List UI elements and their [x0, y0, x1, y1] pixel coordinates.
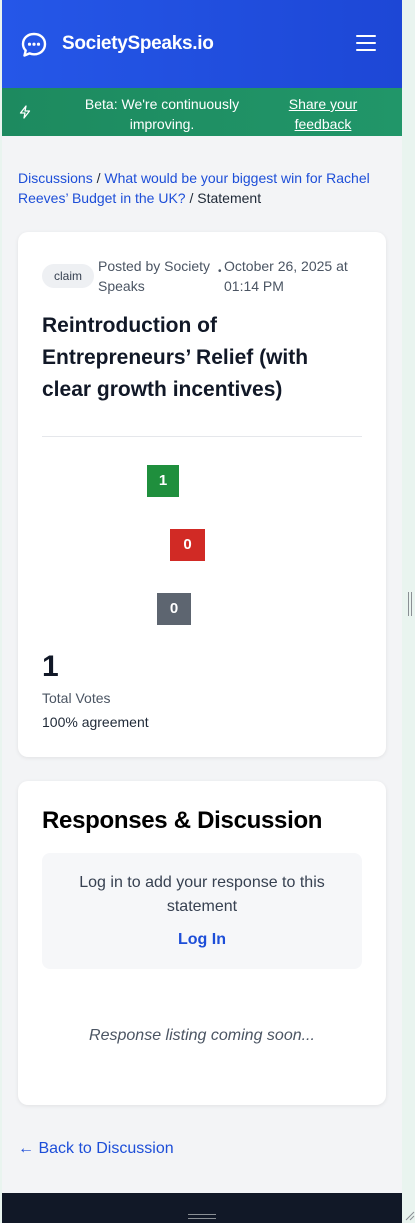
responses-title: Responses & Discussion	[42, 807, 323, 834]
divider	[42, 436, 362, 437]
disagree-vote-count: 0	[170, 529, 205, 561]
agree-vote-count: 1	[147, 465, 179, 497]
total-votes-count: 1	[42, 650, 59, 683]
beta-banner: Beta: We're continuously improving. Shar…	[2, 88, 402, 136]
posted-date: October 26, 2025 at 01:14 PM	[224, 258, 348, 294]
lightning-bolt-icon	[19, 105, 31, 119]
agreement-percentage: 100% agreement	[42, 714, 149, 730]
statement-card: claim Posted by Society Speaks • October…	[18, 232, 386, 757]
resize-handle-icon[interactable]	[408, 592, 413, 616]
brand-name[interactable]: SocietySpeaks.io	[62, 33, 214, 55]
responses-coming-soon: Response listing coming soon...	[89, 1027, 315, 1044]
corner-resize-icon[interactable]	[403, 1209, 415, 1221]
back-to-discussion-link[interactable]: ← Back to Discussion	[18, 1140, 174, 1158]
login-prompt-box: Log in to add your response to this stat…	[42, 853, 362, 969]
statement-type-badge: claim	[42, 264, 95, 288]
hamburger-menu-icon[interactable]	[356, 35, 376, 53]
unsure-vote-count: 0	[157, 593, 191, 625]
posted-by: Posted by Society Speaks	[98, 258, 211, 294]
login-link[interactable]: Log In	[42, 931, 362, 949]
bottom-resize-handle-icon[interactable]	[188, 1214, 216, 1220]
total-votes-label: Total Votes	[42, 690, 111, 706]
meta-separator-dot: •	[218, 266, 222, 277]
breadcrumb-separator: /	[92, 170, 105, 186]
breadcrumb-separator: /	[185, 190, 198, 206]
breadcrumb: Discussions / What would be your biggest…	[18, 168, 390, 208]
page-frame: SocietySpeaks.io Beta: We're continuousl…	[2, 0, 402, 1223]
login-prompt-text: Log in to add your response to this stat…	[79, 874, 325, 915]
breadcrumb-current: Statement	[197, 190, 262, 206]
beta-message: Beta: We're continuously improving.	[84, 96, 240, 132]
breadcrumb-discussions-link[interactable]: Discussions	[18, 170, 93, 186]
site-header: SocietySpeaks.io	[2, 0, 402, 88]
share-feedback-link[interactable]: Share your feedback	[282, 94, 364, 134]
statement-text: Reintroduction of Entrepreneurs’ Relief …	[42, 314, 309, 401]
responses-card: Responses & Discussion Log in to add you…	[18, 781, 386, 1105]
chat-bubble-icon[interactable]	[20, 31, 48, 59]
